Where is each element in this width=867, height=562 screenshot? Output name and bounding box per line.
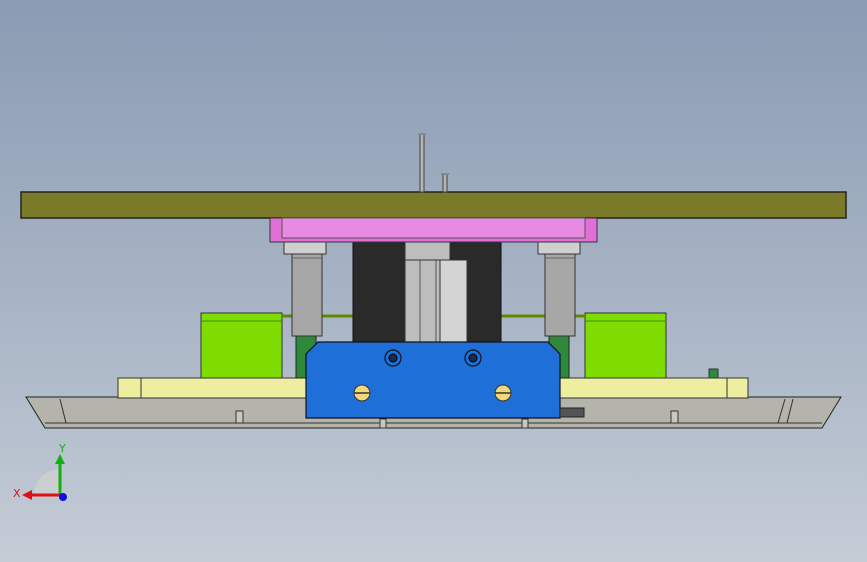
- top-plate[interactable]: [20, 191, 847, 219]
- socket-screw-right: [464, 349, 482, 367]
- brass-screw-left: [353, 384, 371, 402]
- side-pin: [559, 407, 585, 418]
- cad-viewport[interactable]: Y X: [0, 0, 867, 562]
- assembly-model[interactable]: [0, 0, 867, 562]
- y-axis-label: Y: [58, 442, 66, 455]
- left-yellow-rail[interactable]: [117, 377, 309, 399]
- x-axis-label: X: [13, 487, 21, 500]
- locating-pins: [418, 133, 449, 193]
- left-cylinder[interactable]: [283, 241, 327, 337]
- pink-mounting-plate[interactable]: [269, 217, 598, 243]
- right-yellow-rail[interactable]: [557, 377, 749, 399]
- central-actuator[interactable]: [352, 241, 502, 343]
- right-green-block[interactable]: [584, 312, 667, 379]
- socket-screw-left: [384, 349, 402, 367]
- blue-slider-block[interactable]: [305, 341, 561, 419]
- small-green-nub: [708, 368, 719, 379]
- reference-triad-icon: Y X: [13, 442, 67, 501]
- brass-screw-right: [494, 384, 512, 402]
- left-green-block[interactable]: [200, 312, 283, 379]
- right-cylinder[interactable]: [537, 241, 581, 337]
